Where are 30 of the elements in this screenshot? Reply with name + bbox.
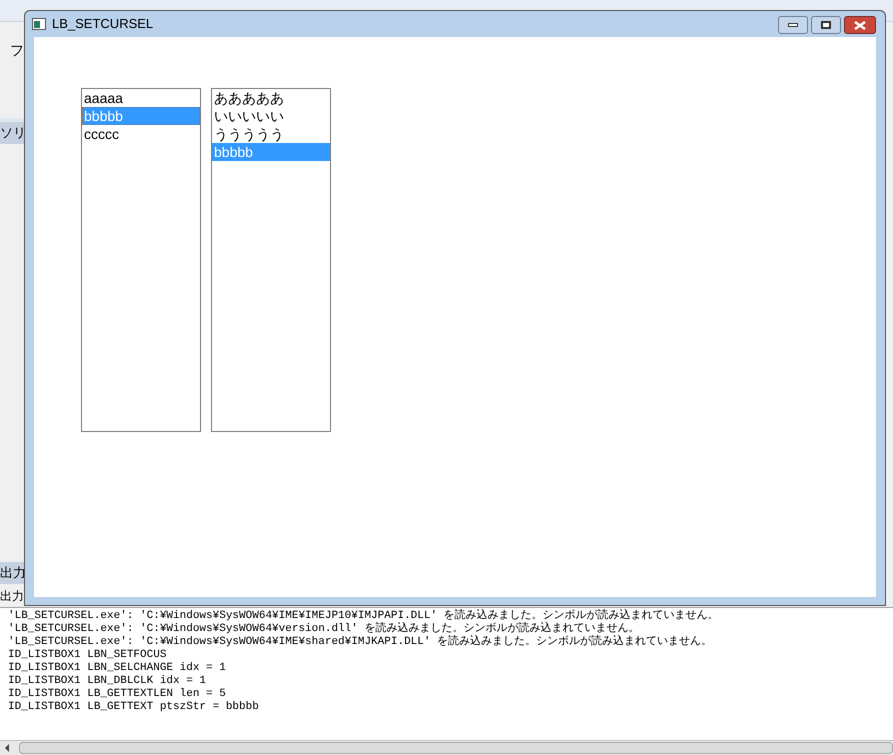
list-item[interactable]: あああああ xyxy=(212,89,330,107)
scroll-thumb[interactable] xyxy=(19,742,893,754)
list-item[interactable]: ccccc xyxy=(82,125,200,143)
horizontal-scrollbar[interactable] xyxy=(0,740,893,755)
maximize-button[interactable] xyxy=(811,16,841,34)
output-header: 出力 xyxy=(0,588,24,604)
output-line: ID_LISTBOX1 LBN_SETFOCUS xyxy=(8,649,168,662)
close-icon xyxy=(854,20,866,30)
window-title: LB_SETCURSEL xyxy=(52,15,154,34)
output-line: 'LB_SETCURSEL.exe': 'C:¥Windows¥SysWOW64¥version.dll' を読み込みました。シンボルが読み込まれていません。 xyxy=(8,623,640,635)
minimize-button[interactable] xyxy=(778,16,808,34)
menu-text[interactable]: フ xyxy=(10,40,24,61)
close-button[interactable] xyxy=(844,16,876,34)
minimize-icon xyxy=(788,23,798,27)
panel-tab[interactable]: ソリ xyxy=(0,122,24,144)
output-line: ID_LISTBOX1 LB_GETTEXTLEN len = 5 xyxy=(8,688,226,701)
maximize-icon xyxy=(821,21,831,29)
list-box[interactable]: aaaaa bbbbb ccccc xyxy=(81,88,201,432)
list-item[interactable]: aaaaa xyxy=(82,89,200,107)
output-line: ID_LISTBOX1 LB_GETTEXT ptszStr = bbbbb xyxy=(8,701,260,714)
output-line: ID_LISTBOX1 LBN_DBLCLK idx = 1 xyxy=(8,675,208,688)
output-line: 'LB_SETCURSEL.exe': 'C:¥Windows¥SysWOW64¥IME¥shared¥IMJKAPI.DLL' を読み込みました。シンボルが読み込まれていません。 xyxy=(8,636,714,649)
list-item[interactable]: いいいいい xyxy=(212,107,330,125)
list-item[interactable]: ううううう xyxy=(212,125,330,143)
scroll-left-icon[interactable] xyxy=(3,744,11,752)
app-icon xyxy=(32,18,46,30)
output-tab[interactable]: 出力 xyxy=(0,562,24,584)
output-line: 'LB_SETCURSEL.exe': 'C:¥Windows¥SysWOW64¥IME¥IMEJP10¥IMJPAPI.DLL' を読み込みました。シンボルが読み込まれていません。 xyxy=(8,610,720,622)
output-line: ID_LISTBOX1 LBN_SELCHANGE idx = 1 xyxy=(8,662,227,675)
list-box[interactable]: あああああ いいいいい ううううう bbbbb xyxy=(211,88,331,432)
